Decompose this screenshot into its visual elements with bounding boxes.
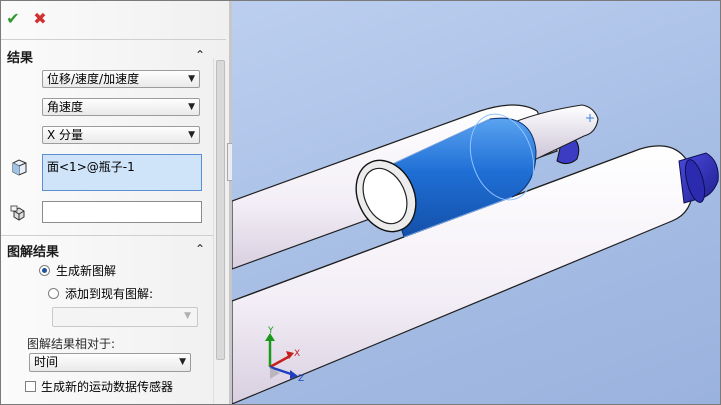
radio-indicator[interactable] — [48, 288, 59, 299]
action-bar: ✔ ✖ — [1, 1, 229, 39]
chevron-down-icon: ▼ — [188, 102, 195, 112]
plot-relative-label: 图解结果相对于: — [27, 337, 116, 351]
result-category-dropdown[interactable]: 位移/速度/加速度 ▼ — [42, 70, 200, 88]
triad-x-label: X — [294, 349, 300, 359]
result-category-value: 位移/速度/加速度 — [47, 72, 140, 86]
plot-section-title: 图解结果 — [7, 245, 60, 260]
chevron-up-icon[interactable]: ⌃ — [192, 242, 208, 256]
reference-component-icon — [10, 205, 25, 221]
front-bottle-cap[interactable] — [678, 152, 719, 204]
chevron-down-icon: ▼ — [188, 130, 195, 140]
graphics-viewport[interactable]: Y X Z — [232, 1, 720, 404]
property-manager-panel: ✔ ✖ 结果 ⌃ 位移/速度/加速度 ▼ 角速度 ▼ X 分量 ▼ 面<1>@瓶… — [1, 1, 230, 404]
model-scene[interactable]: Y X Z — [232, 1, 720, 404]
check-icon[interactable]: ✔ — [4, 9, 22, 29]
triad-z-label: Z — [298, 374, 304, 384]
result-component-value: X 分量 — [47, 128, 84, 142]
reference-component-field[interactable] — [42, 201, 202, 223]
selection-list-box[interactable]: 面<1>@瓶子-1 — [42, 154, 202, 191]
divider — [1, 39, 226, 40]
chevron-up-icon[interactable]: ⌃ — [192, 48, 208, 62]
motion-sensor-label: 生成新的运动数据传感器 — [41, 380, 174, 394]
chevron-down-icon: ▼ — [184, 311, 191, 321]
divider — [1, 235, 226, 236]
existing-plot-label: 添加到现有图解: — [65, 287, 154, 301]
motion-result-window: ✔ ✖ 结果 ⌃ 位移/速度/加速度 ▼ 角速度 ▼ X 分量 ▼ 面<1>@瓶… — [0, 0, 721, 405]
new-plot-label: 生成新图解 — [56, 264, 117, 278]
close-icon[interactable]: ✖ — [31, 9, 49, 29]
results-section-title: 结果 — [7, 51, 34, 66]
plot-relative-value: 时间 — [34, 355, 59, 369]
result-quantity-value: 角速度 — [47, 100, 84, 114]
radio-indicator[interactable] — [39, 265, 50, 276]
chevron-down-icon: ▼ — [179, 357, 186, 367]
panel-scrollbar[interactable] — [213, 58, 227, 404]
checkbox-indicator[interactable] — [25, 381, 36, 392]
face-selection-icon — [12, 159, 27, 176]
triad-y-label: Y — [267, 326, 274, 336]
selected-face-item[interactable]: 面<1>@瓶子-1 — [47, 158, 135, 175]
chevron-down-icon: ▼ — [188, 74, 195, 84]
result-component-dropdown[interactable]: X 分量 ▼ — [42, 126, 200, 144]
scrollbar-thumb[interactable] — [216, 60, 225, 360]
result-quantity-dropdown[interactable]: 角速度 ▼ — [42, 98, 200, 116]
existing-plot-dropdown: ▼ — [52, 307, 198, 327]
plot-relative-dropdown[interactable]: 时间 ▼ — [29, 353, 191, 372]
